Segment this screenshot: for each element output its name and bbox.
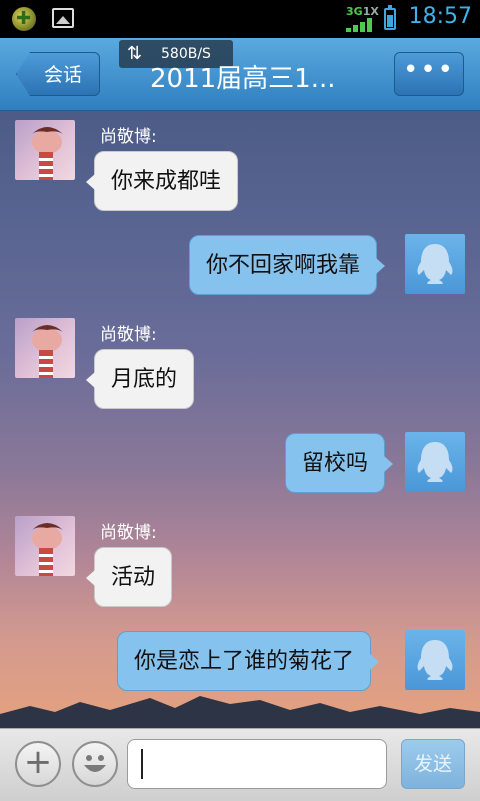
message-bubble[interactable]: 你来成都哇 (85, 151, 239, 211)
background-mountains (0, 696, 480, 728)
message-list[interactable]: 尚敬博: 你来成都哇 你不回家啊我靠 尚敬博: 月底的 留校吗 尚敬博: 活动 … (0, 111, 480, 728)
status-bar: ✚ 3G1X 18:57 (0, 0, 480, 38)
back-button[interactable]: 会话 (16, 52, 100, 96)
contact-avatar[interactable] (15, 318, 75, 378)
more-button[interactable]: ••• (394, 52, 464, 96)
contact-avatar[interactable] (15, 120, 75, 180)
add-attachment-button[interactable]: + (15, 741, 61, 787)
text-cursor (141, 749, 143, 779)
app-notification-icon: ✚ (12, 7, 36, 31)
chat-header: 会话 ⇅ 580B/S 2011届高三1... ••• (0, 38, 480, 111)
send-button[interactable]: 发送 (401, 739, 465, 789)
my-avatar[interactable] (405, 432, 465, 492)
message-bubble[interactable]: 你是恋上了谁的菊花了 (117, 631, 380, 691)
transfer-arrows-icon: ⇅ (127, 43, 143, 64)
battery-icon (384, 5, 396, 30)
sender-name: 尚敬博: (100, 127, 157, 147)
emoji-button[interactable] (72, 741, 118, 787)
sender-name: 尚敬博: (100, 325, 157, 345)
my-avatar[interactable] (405, 630, 465, 690)
sender-name: 尚敬博: (100, 523, 157, 543)
smiley-icon (84, 755, 106, 772)
clock: 18:57 (408, 4, 472, 29)
message-input[interactable] (127, 739, 387, 789)
message-bubble[interactable]: 留校吗 (285, 433, 394, 493)
chat-title: 2011届高三1... (150, 64, 336, 94)
message-bubble[interactable]: 月底的 (85, 349, 195, 409)
message-bubble[interactable]: 你不回家啊我靠 (189, 235, 386, 295)
contact-avatar[interactable] (15, 516, 75, 576)
input-bar: + 发送 (0, 728, 480, 801)
message-bubble[interactable]: 活动 (85, 547, 173, 607)
my-avatar[interactable] (405, 234, 465, 294)
image-notification-icon (52, 8, 74, 28)
network-type: 3G1X (346, 5, 379, 18)
signal-icon (346, 18, 380, 32)
